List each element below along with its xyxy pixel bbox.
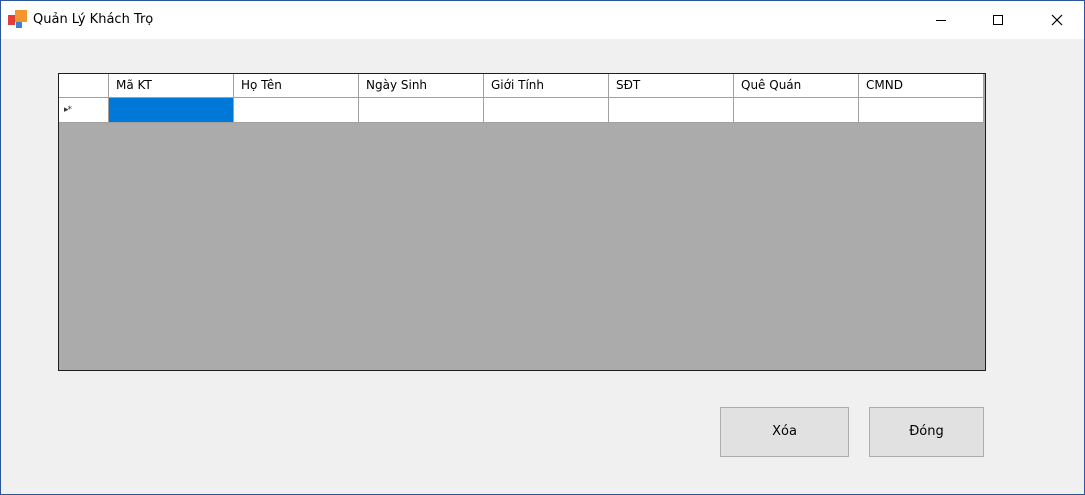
- column-header-ma-kt[interactable]: Mã KT: [109, 74, 234, 98]
- maximize-button[interactable]: [975, 1, 1021, 39]
- new-row-header[interactable]: ▸*: [59, 98, 109, 123]
- cell-gioi-tinh[interactable]: [484, 98, 609, 123]
- cell-sdt[interactable]: [609, 98, 734, 123]
- close-window-button[interactable]: [1034, 1, 1080, 39]
- new-row[interactable]: ▸*: [59, 98, 984, 123]
- grid-corner-cell[interactable]: [59, 74, 109, 98]
- main-window: Quản Lý Khách Trọ Mã KT Họ Tên Ngày Sinh…: [0, 0, 1085, 495]
- column-header-cmnd[interactable]: CMND: [859, 74, 984, 98]
- close-form-button[interactable]: Đóng: [869, 407, 984, 457]
- cell-ngay-sinh[interactable]: [359, 98, 484, 123]
- new-row-indicator-icon: ▸*: [64, 105, 72, 115]
- maximize-icon: [993, 15, 1003, 25]
- column-header-ho-ten[interactable]: Họ Tên: [234, 74, 359, 98]
- cell-que-quan[interactable]: [734, 98, 859, 123]
- guest-data-grid[interactable]: Mã KT Họ Tên Ngày Sinh Giới Tính SĐT Quê…: [58, 73, 986, 371]
- cell-ho-ten[interactable]: [234, 98, 359, 123]
- grid-header-row: Mã KT Họ Tên Ngày Sinh Giới Tính SĐT Quê…: [59, 74, 984, 98]
- cell-ma-kt[interactable]: [109, 98, 234, 123]
- close-icon: [1051, 14, 1063, 26]
- minimize-icon: [936, 20, 946, 21]
- cell-cmnd[interactable]: [859, 98, 984, 123]
- column-header-ngay-sinh[interactable]: Ngày Sinh: [359, 74, 484, 98]
- delete-button[interactable]: Xóa: [720, 407, 849, 457]
- app-logo-icon: [8, 10, 28, 30]
- title-bar[interactable]: Quản Lý Khách Trọ: [1, 1, 1084, 39]
- window-title: Quản Lý Khách Trọ: [33, 12, 154, 27]
- column-header-que-quan[interactable]: Quê Quán: [734, 74, 859, 98]
- column-header-gioi-tinh[interactable]: Giới Tính: [484, 74, 609, 98]
- column-header-sdt[interactable]: SĐT: [609, 74, 734, 98]
- minimize-button[interactable]: [918, 1, 964, 39]
